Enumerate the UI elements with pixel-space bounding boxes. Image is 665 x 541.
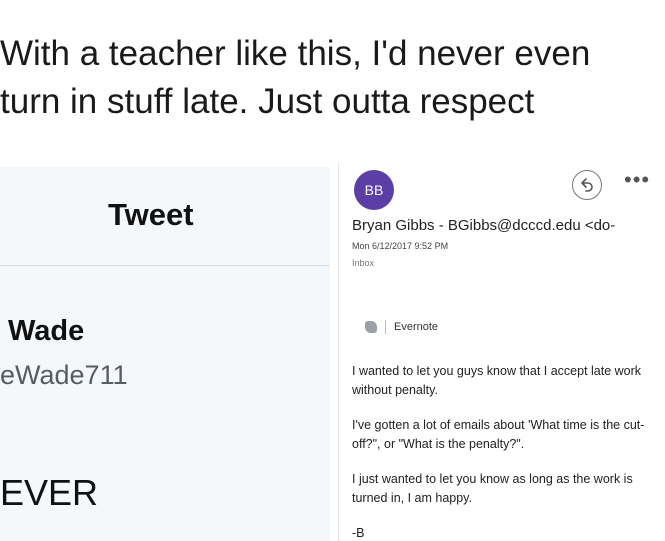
sender-avatar: BB	[354, 170, 394, 210]
tweet-header: Tweet	[0, 167, 330, 266]
caption-line-1: With a teacher like this, I'd never even	[0, 34, 591, 73]
evernote-addin[interactable]: Evernote	[365, 319, 438, 335]
email-timestamp: Mon 6/12/2017 9:52 PM	[352, 241, 449, 251]
tweet-screenshot: Tweet Wade eWade711 EVER	[0, 167, 330, 541]
divider	[385, 320, 386, 334]
evernote-icon	[365, 321, 377, 333]
more-options-icon[interactable]: •••	[624, 169, 650, 191]
evernote-label: Evernote	[394, 321, 439, 333]
tweet-author-handle[interactable]: eWade711	[0, 360, 128, 391]
email-sender: Bryan Gibbs - BGibbs@dcccd.edu <do-	[352, 217, 616, 234]
tweet-title: Tweet	[108, 197, 194, 232]
meme-caption: With a teacher like this, I'd never even…	[0, 30, 665, 126]
caption-line-2: turn in stuff late. Just outta respect	[0, 82, 535, 121]
tweet-author-name[interactable]: Wade	[8, 315, 84, 348]
email-screenshot: BB ••• Bryan Gibbs - BGibbs@dcccd.edu <d…	[338, 162, 665, 541]
email-signature: -B	[352, 526, 365, 540]
email-folder: Inbox	[352, 258, 375, 268]
email-paragraph: I've gotten a lot of emails about 'What …	[352, 418, 645, 451]
tweet-text: EVER	[0, 472, 99, 513]
reply-icon[interactable]	[572, 170, 602, 200]
email-paragraph: I just wanted to let you know as long as…	[352, 472, 633, 505]
email-paragraph: I wanted to let you guys know that I acc…	[352, 364, 642, 397]
